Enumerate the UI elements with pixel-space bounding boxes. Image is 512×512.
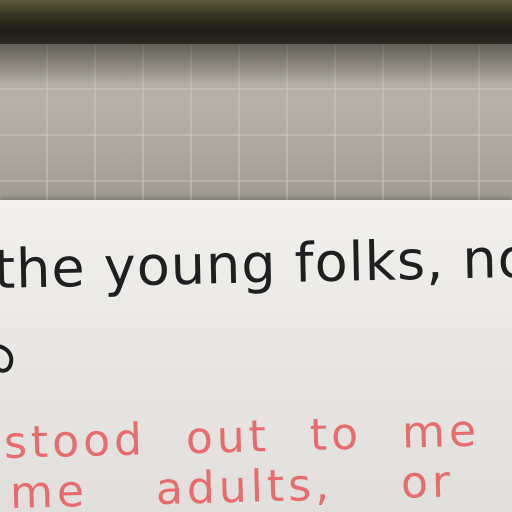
- black-handwritten-line: the young folks, not: [0, 226, 512, 301]
- wall-shadow: [0, 44, 512, 84]
- curved-arrow-icon: [0, 344, 14, 373]
- photo-scene: the young folks, not stood out to me me …: [0, 0, 512, 512]
- dark-frame-edge: [0, 0, 512, 44]
